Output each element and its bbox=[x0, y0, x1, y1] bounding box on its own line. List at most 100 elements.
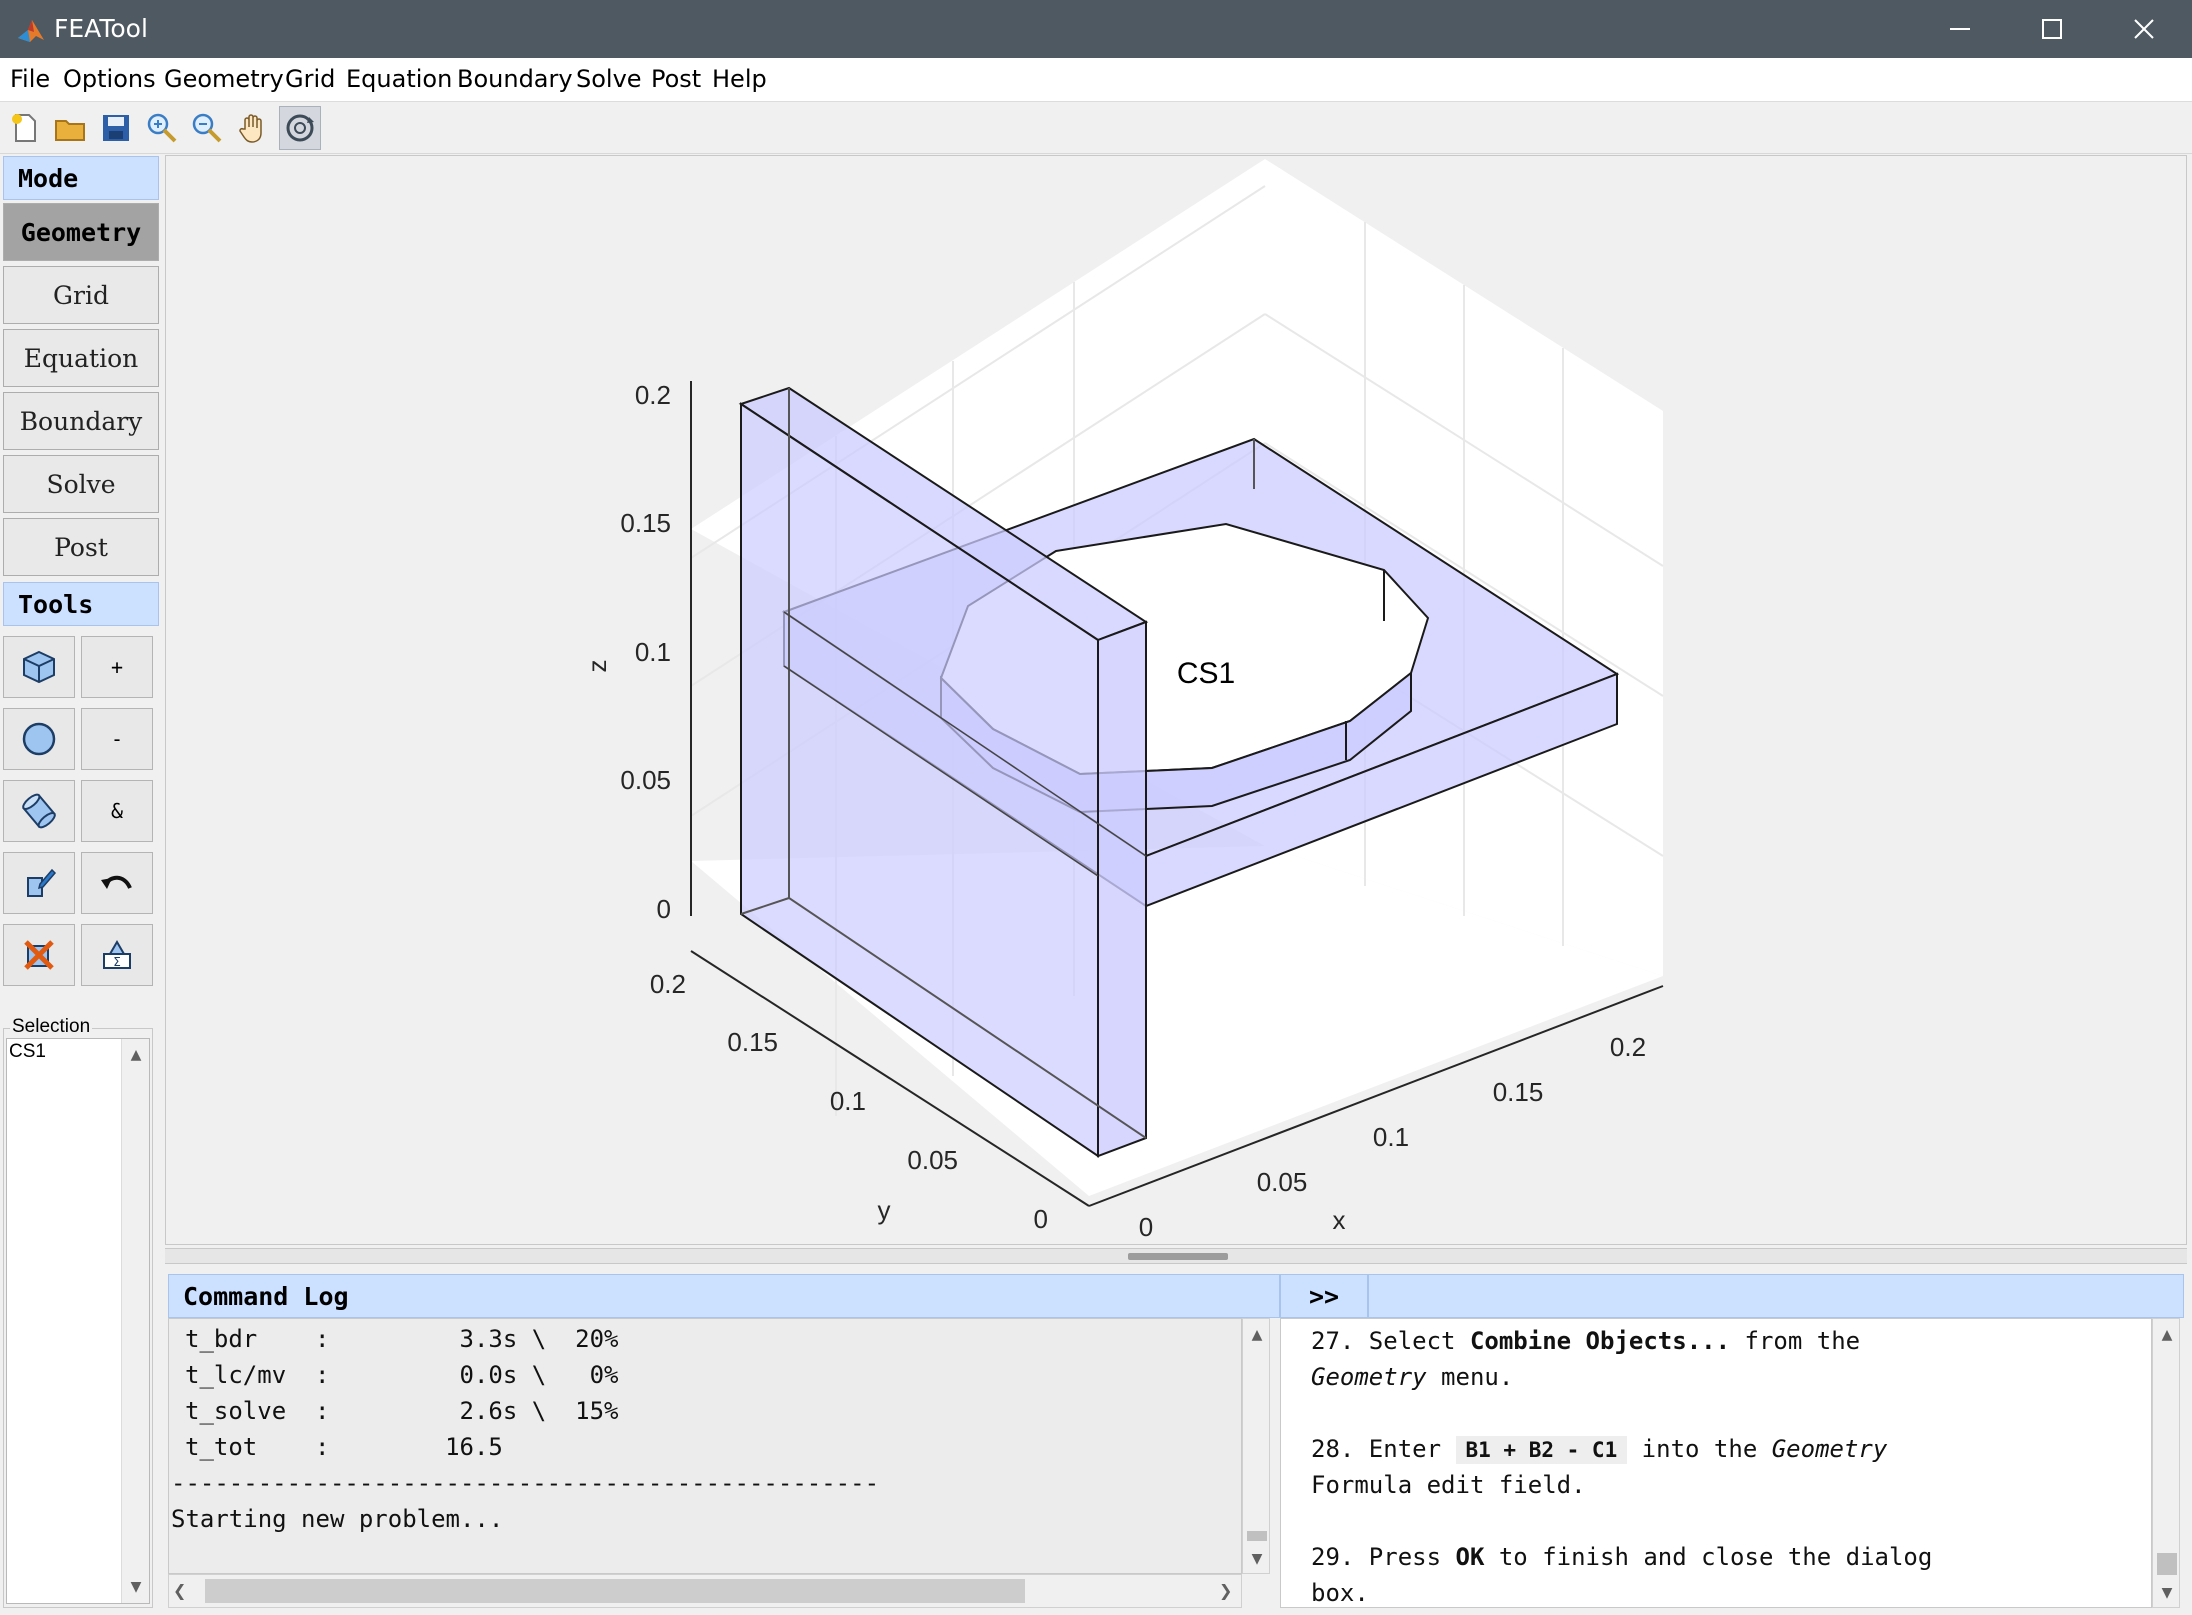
help-step-29-line2: box. bbox=[1311, 1579, 1369, 1607]
help-vertical-scrollbar[interactable]: ▲ ▼ bbox=[2152, 1318, 2180, 1608]
help-panel[interactable]: 27. Select Combine Objects... from the G… bbox=[1280, 1318, 2152, 1608]
selection-list[interactable]: CS1 ▲ ▼ bbox=[6, 1038, 150, 1604]
command-log-header: Command Log bbox=[168, 1274, 1280, 1318]
command-log-text[interactable]: t_bdr : 3.3s \ 20% t_lc/mv : 0.0s \ 0% t… bbox=[168, 1318, 1242, 1574]
pan-button[interactable] bbox=[232, 106, 274, 150]
scroll-thumb[interactable] bbox=[1247, 1531, 1267, 1541]
geometry-plot-panel[interactable]: 0.2 0.15 0.1 0.05 0 z 0.2 0.15 0.1 0.05 … bbox=[165, 155, 2187, 1245]
scroll-down-icon[interactable]: ▼ bbox=[122, 1575, 150, 1599]
scroll-up-icon[interactable]: ▲ bbox=[1243, 1323, 1271, 1347]
scroll-up-icon[interactable]: ▲ bbox=[2153, 1323, 2181, 1347]
zoom-out-icon bbox=[192, 113, 222, 143]
scroll-up-icon[interactable]: ▲ bbox=[122, 1043, 150, 1067]
help-step-27: 27. Select Combine Objects... from the bbox=[1311, 1327, 1861, 1355]
scroll-thumb[interactable] bbox=[205, 1579, 1025, 1603]
log-line-t-tot: t_tot : 16.5 bbox=[185, 1433, 503, 1461]
subtract-button[interactable]: - bbox=[81, 708, 153, 770]
intersect-button[interactable]: & bbox=[81, 780, 153, 842]
mode-grid-button[interactable]: Grid bbox=[3, 266, 159, 324]
scroll-right-icon[interactable]: ❯ bbox=[1219, 1581, 1232, 1600]
x-tick-0.1: 0.1 bbox=[1373, 1122, 1409, 1152]
menu-geometry[interactable]: Geometry bbox=[164, 65, 284, 93]
menu-grid[interactable]: Grid bbox=[285, 65, 335, 93]
selection-label: Selection bbox=[10, 1016, 93, 1038]
mode-post-button[interactable]: Post bbox=[3, 518, 159, 576]
geometry-3d-plot[interactable]: 0.2 0.15 0.1 0.05 0 z 0.2 0.15 0.1 0.05 … bbox=[166, 156, 2186, 1244]
svg-text:Σ: Σ bbox=[113, 955, 121, 969]
y-tick-0.2: 0.2 bbox=[650, 969, 686, 999]
toolbar bbox=[0, 102, 2192, 154]
menu-file[interactable]: File bbox=[10, 65, 50, 93]
mode-geometry-button[interactable]: Geometry bbox=[3, 203, 159, 261]
mode-header: Mode bbox=[3, 156, 159, 200]
selection-scrollbar[interactable]: ▲ ▼ bbox=[121, 1039, 149, 1603]
undo-icon bbox=[101, 875, 132, 889]
menu-options[interactable]: Options bbox=[63, 65, 156, 93]
undo-button[interactable] bbox=[81, 852, 153, 914]
rotate-3d-icon bbox=[286, 114, 314, 142]
edit-object-icon bbox=[27, 868, 57, 897]
splitter-grip[interactable] bbox=[1128, 1253, 1228, 1260]
open-folder-icon bbox=[55, 120, 85, 141]
add-sphere-button[interactable] bbox=[3, 708, 75, 770]
save-icon bbox=[103, 115, 129, 141]
menu-bar: File Options Geometry Grid Equation Boun… bbox=[0, 58, 2192, 102]
object-label-cs1: CS1 bbox=[1177, 657, 1235, 690]
log-line-t-solve: t_solve : 2.6s \ 15% bbox=[185, 1397, 619, 1425]
zoom-in-button[interactable] bbox=[141, 106, 183, 150]
help-step-29: 29. Press OK to finish and close the dia… bbox=[1311, 1543, 1933, 1571]
y-tick-0.05: 0.05 bbox=[907, 1145, 958, 1175]
save-button[interactable] bbox=[95, 106, 137, 150]
scroll-thumb[interactable] bbox=[2157, 1553, 2177, 1575]
union-button[interactable]: + bbox=[81, 636, 153, 698]
z-axis-label: z bbox=[582, 660, 612, 673]
x-axis-label: x bbox=[1333, 1205, 1346, 1235]
mode-equation-button[interactable]: Equation bbox=[3, 329, 159, 387]
help-header bbox=[1368, 1274, 2184, 1318]
mode-solve-button[interactable]: Solve bbox=[3, 455, 159, 513]
menu-solve[interactable]: Solve bbox=[576, 65, 642, 93]
close-icon bbox=[2134, 19, 2154, 39]
y-tick-0.1: 0.1 bbox=[830, 1086, 866, 1116]
menu-post[interactable]: Post bbox=[651, 65, 701, 93]
maximize-button[interactable] bbox=[2006, 0, 2098, 58]
matlab-app-icon bbox=[18, 20, 44, 42]
log-horizontal-scrollbar[interactable]: ❮ ❯ bbox=[168, 1574, 1242, 1608]
menu-boundary[interactable]: Boundary bbox=[457, 65, 573, 93]
menu-equation[interactable]: Equation bbox=[346, 65, 452, 93]
delete-object-button[interactable] bbox=[3, 924, 75, 986]
new-file-button[interactable] bbox=[4, 106, 46, 150]
window-title: FEATool bbox=[54, 14, 148, 43]
circle-icon bbox=[22, 722, 56, 756]
geometry-tools-button[interactable]: Σ bbox=[81, 924, 153, 986]
rotate-3d-button[interactable] bbox=[279, 106, 321, 150]
pan-hand-icon bbox=[239, 114, 262, 143]
add-block-button[interactable] bbox=[3, 636, 75, 698]
log-vertical-scrollbar[interactable]: ▲ ▼ bbox=[1242, 1318, 1270, 1574]
edit-object-button[interactable] bbox=[3, 852, 75, 914]
menu-help[interactable]: Help bbox=[712, 65, 767, 93]
delete-object-icon bbox=[24, 940, 54, 970]
cube-icon bbox=[23, 650, 55, 684]
z-tick-0.2: 0.2 bbox=[635, 380, 671, 410]
zoom-out-button[interactable] bbox=[186, 106, 228, 150]
open-button[interactable] bbox=[49, 106, 91, 150]
x-tick-0.2: 0.2 bbox=[1610, 1032, 1646, 1062]
close-button[interactable] bbox=[2098, 0, 2190, 58]
toggle-help-button[interactable]: >> bbox=[1280, 1274, 1368, 1318]
scroll-down-icon[interactable]: ▼ bbox=[1243, 1547, 1271, 1571]
help-step-27-line2: Geometry menu. bbox=[1311, 1363, 1514, 1391]
scroll-down-icon[interactable]: ▼ bbox=[2153, 1581, 2181, 1605]
scroll-left-icon[interactable]: ❮ bbox=[173, 1581, 186, 1600]
mode-boundary-button[interactable]: Boundary bbox=[3, 392, 159, 450]
add-cylinder-button[interactable] bbox=[3, 780, 75, 842]
y-tick-0: 0 bbox=[1034, 1204, 1048, 1234]
tools-header: Tools bbox=[3, 582, 159, 626]
log-line-t-lc-mv: t_lc/mv : 0.0s \ 0% bbox=[185, 1361, 619, 1389]
log-line-separator: ----------------------------------------… bbox=[171, 1469, 880, 1497]
selection-item-cs1[interactable]: CS1 bbox=[9, 1041, 46, 1063]
new-file-icon bbox=[12, 114, 36, 142]
minimize-button[interactable] bbox=[1914, 0, 2006, 58]
z-tick-0.1: 0.1 bbox=[635, 637, 671, 667]
z-tick-0.05: 0.05 bbox=[620, 765, 671, 795]
